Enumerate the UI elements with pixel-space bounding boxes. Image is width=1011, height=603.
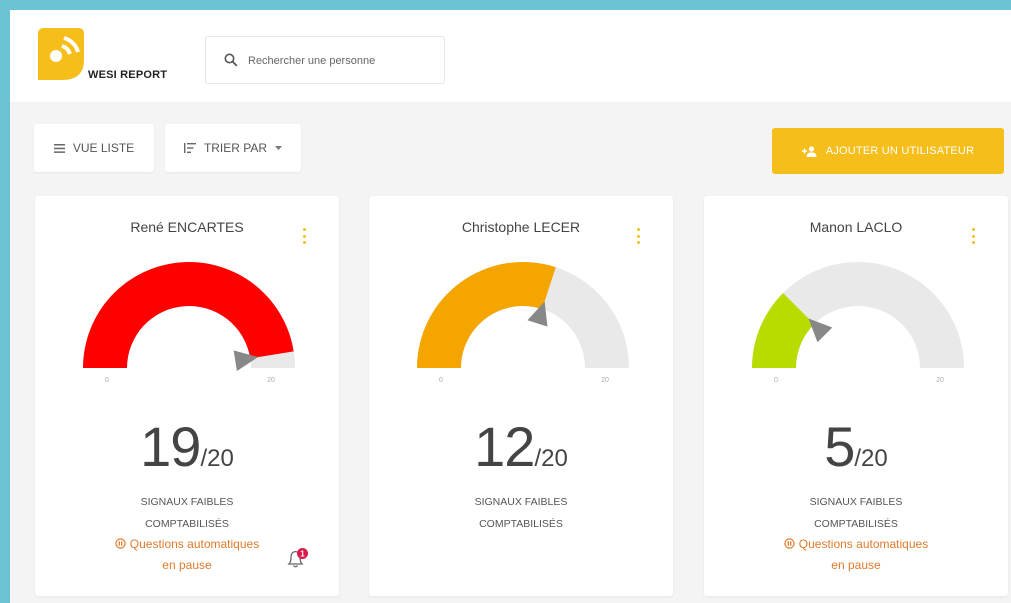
card-menu-icon[interactable] (972, 228, 976, 244)
list-icon (53, 143, 65, 153)
user-card[interactable]: Manon LACLO 0 20 5/20 SIGNAUX FAIBLES COM… (704, 196, 1008, 596)
signal-line: COMPTABILISÉS (479, 518, 563, 530)
add-user-label: AJOUTER UN UTILISATEUR (825, 145, 975, 157)
search-icon (224, 53, 238, 67)
user-card[interactable]: René ENCARTES 0 20 19/20 SIGNAUX FAIBLES… (35, 196, 339, 596)
notification-count: 1 (300, 549, 305, 558)
score-max: /20 (854, 445, 888, 472)
score-display: 19/20 (35, 414, 339, 479)
pause-line: Questions automatiques (798, 537, 929, 551)
list-view-button[interactable]: VUE LISTE (34, 124, 154, 172)
pause-status[interactable]: Questions automatiques en pause (704, 534, 1008, 576)
sort-label: TRIER PAR (203, 141, 268, 155)
bell-icon[interactable]: 1 (285, 548, 309, 570)
add-user-button[interactable]: AJOUTER UN UTILISATEUR (772, 128, 1004, 174)
score-gauge: 0 20 (752, 262, 964, 384)
pause-icon (784, 538, 795, 549)
brand-name: WESI REPORT (88, 69, 168, 81)
signal-line: COMPTABILISÉS (145, 518, 229, 530)
signal-line: SIGNAUX FAIBLES (140, 496, 234, 508)
search-input[interactable] (246, 37, 440, 85)
pause-line: en pause (831, 558, 881, 572)
add-user-icon (801, 145, 817, 157)
card-menu-icon[interactable] (303, 228, 307, 244)
app-window: WESI REPORT VUE LISTE TRIER PAR AJOUTER … (10, 10, 1011, 603)
gauge-max-label: 20 (936, 377, 944, 384)
score-value: 5 (824, 415, 855, 478)
user-name: Manon LACLO (809, 219, 903, 235)
card-menu-icon[interactable] (637, 228, 641, 244)
score-max: /20 (200, 445, 234, 472)
signal-line: SIGNAUX FAIBLES (809, 496, 903, 508)
score-value: 19 (140, 415, 201, 478)
signal-line: COMPTABILISÉS (814, 518, 898, 530)
score-display: 5/20 (704, 414, 1008, 479)
signal-line: SIGNAUX FAIBLES (474, 496, 568, 508)
score-display: 12/20 (369, 414, 673, 479)
score-value: 12 (474, 415, 535, 478)
gauge-max-label: 20 (267, 377, 275, 384)
signal-caption: SIGNAUX FAIBLES COMPTABILISÉS (704, 491, 1008, 535)
score-max: /20 (534, 445, 568, 472)
signal-caption: SIGNAUX FAIBLES COMPTABILISÉS (35, 491, 339, 535)
logo-icon (38, 28, 84, 80)
sort-icon (183, 143, 196, 153)
caret-down-icon (275, 145, 283, 150)
pause-line: Questions automatiques (129, 537, 260, 551)
pause-icon (115, 538, 126, 549)
gauge-min-label: 0 (105, 377, 109, 384)
user-name: Christophe LECER (461, 219, 581, 235)
list-view-label: VUE LISTE (72, 141, 135, 155)
gauge-min-label: 0 (439, 377, 443, 384)
gauge-max-label: 20 (601, 377, 609, 384)
score-gauge: 0 20 (417, 262, 629, 384)
score-gauge: 0 20 (83, 261, 295, 384)
user-card[interactable]: Christophe LECER 0 20 12/20 SIGNAUX FAIB… (369, 196, 673, 596)
top-bar: WESI REPORT (10, 10, 1011, 102)
search-box[interactable] (205, 36, 445, 85)
sort-button[interactable]: TRIER PAR (165, 124, 301, 172)
gauge-min-label: 0 (774, 377, 778, 384)
user-name: René ENCARTES (130, 219, 244, 235)
signal-caption: SIGNAUX FAIBLES COMPTABILISÉS (369, 491, 673, 535)
